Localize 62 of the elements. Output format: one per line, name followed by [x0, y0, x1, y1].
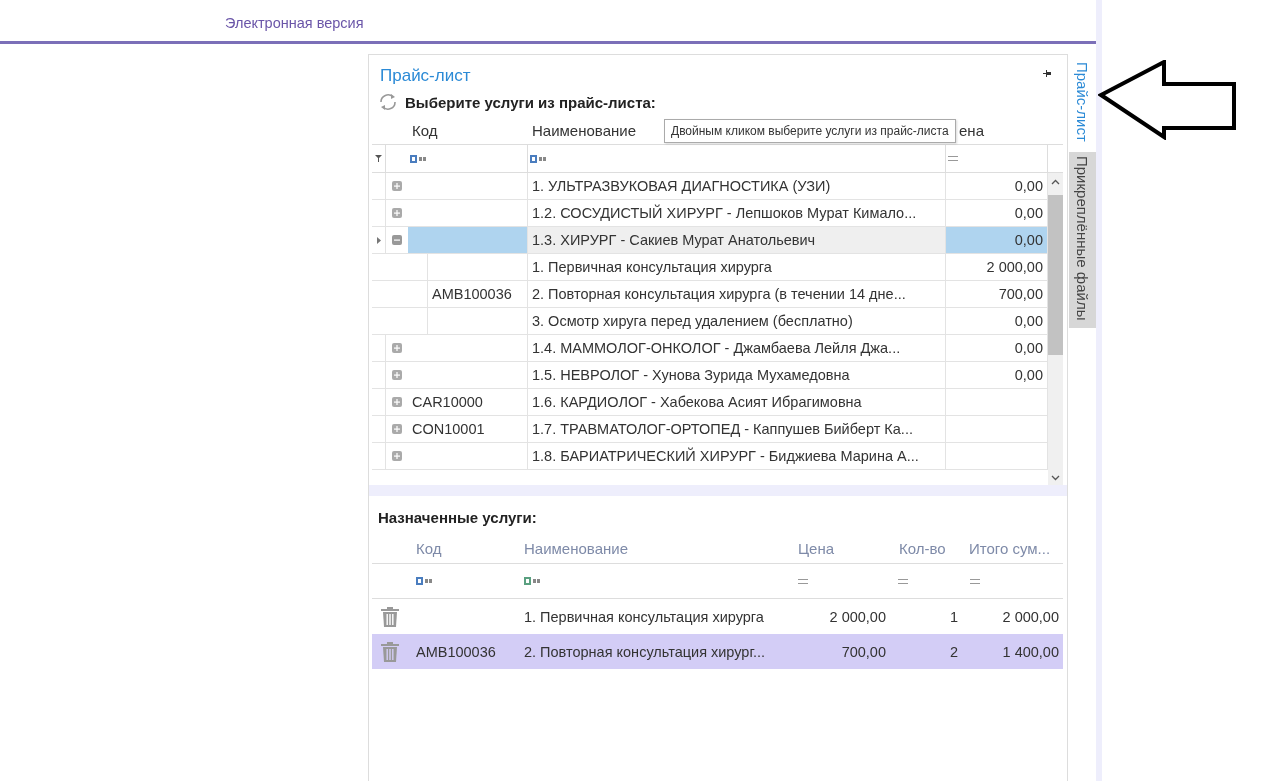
table-cell-text: 2 000,00: [1001, 608, 1060, 625]
filter-icon[interactable]: [375, 155, 382, 162]
table-cell: 1.3. ХИРУРГ - Сакиев Мурат Анатольевич: [528, 227, 946, 253]
text-filter-icon[interactable]: [530, 154, 548, 163]
tooltip: Двойным кликом выберите услуги из прайс-листа: [664, 119, 956, 143]
text-filter-icon[interactable]: [524, 577, 542, 585]
current-row-icon: [376, 236, 381, 244]
table-cell: AMB100036: [428, 281, 528, 307]
table-cell: CON10001: [408, 416, 528, 442]
trash-icon[interactable]: [381, 606, 399, 627]
column-header[interactable]: Кол-во: [890, 539, 962, 557]
expand-icon[interactable]: [392, 424, 402, 434]
text-filter-icon[interactable]: [410, 154, 428, 163]
table-cell-text: 700,00: [840, 643, 887, 660]
table-cell-text: 1. Первичная консультация хирурга: [523, 608, 765, 625]
table-cell: 1. Первичная консультация хирурга: [528, 254, 946, 280]
table-cell: 1. УЛЬТРАЗВУКОВАЯ ДИАГНОСТИКА (УЗИ): [528, 173, 946, 199]
equals-filter-icon[interactable]: [970, 578, 980, 584]
table-cell-text: 2. Повторная консультация хирург...: [523, 643, 767, 660]
column-header[interactable]: Код: [408, 121, 528, 139]
table-cell-text: AMB100036: [415, 643, 497, 660]
table-cell: 1.6. КАРДИОЛОГ - Хабекова Асият Ибрагимовна: [528, 389, 946, 415]
column-header[interactable]: Наименование: [516, 539, 790, 557]
table-cell: 0,00: [946, 227, 1048, 253]
collapse-icon[interactable]: [392, 235, 402, 245]
text-filter-icon[interactable]: [416, 577, 434, 585]
expand-icon[interactable]: [392, 451, 402, 461]
expand-icon[interactable]: [392, 370, 402, 380]
table-cell: 1.2. СОСУДИСТЫЙ ХИРУРГ - Лепшоков Мурат Кимало...: [528, 200, 946, 226]
table-cell: 2. Повторная консультация хирурга (в течении 14 дне...: [528, 281, 946, 307]
table-cell-text: 1: [948, 608, 959, 625]
equals-filter-icon[interactable]: [798, 578, 808, 584]
expand-icon[interactable]: [392, 208, 402, 218]
table-cell: 3. Осмотр хируга перед удалением (бесплатно): [528, 308, 946, 334]
table-cell: 1.8. БАРИАТРИЧЕСКИЙ ХИРУРГ - Биджиева Марина А...: [528, 443, 946, 469]
table-cell: 1.4. МАММОЛОГ-ОНКОЛОГ - Джамбаева Лейля Джа...: [528, 335, 946, 361]
expand-icon[interactable]: [392, 397, 402, 407]
scroll-down-icon[interactable]: [1051, 475, 1060, 481]
table-cell: 1.5. НЕВРОЛОГ - Хунова Зурида Мухамедовна: [528, 362, 946, 388]
equals-filter-icon[interactable]: [898, 578, 908, 584]
table-cell-text: 2: [948, 643, 959, 660]
table-cell: CAR10000: [408, 389, 528, 415]
trash-icon[interactable]: [381, 641, 399, 662]
scrollbar[interactable]: [1048, 173, 1063, 485]
header-link[interactable]: Электронная версия: [225, 15, 364, 31]
table-cell-text: 1 400,00: [1001, 643, 1060, 660]
table-cell-text: 2 000,00: [828, 608, 887, 625]
section-heading: Назначенные услуги:: [378, 509, 537, 526]
scroll-up-icon[interactable]: [1051, 179, 1060, 185]
column-header[interactable]: Итого сум...: [962, 539, 1063, 557]
refresh-icon[interactable]: [378, 93, 398, 111]
pin-icon[interactable]: [1043, 70, 1051, 78]
equals-filter-icon[interactable]: [948, 156, 958, 161]
table-cell: 1.7. ТРАВМАТОЛОГ-ОРТОПЕД - Каппушев Бийберт Ка...: [528, 416, 946, 442]
panel-title: Прайс-лист: [380, 66, 471, 86]
column-header[interactable]: Цена: [790, 539, 890, 557]
expand-icon[interactable]: [392, 181, 402, 191]
section-heading: Выберите услуги из прайс-листа:: [405, 93, 656, 111]
expand-icon[interactable]: [392, 343, 402, 353]
scrollbar-thumb[interactable]: [1048, 195, 1063, 355]
column-header[interactable]: Код: [408, 539, 516, 557]
side-tab[interactable]: Прикреплённые файлы: [1069, 151, 1096, 329]
